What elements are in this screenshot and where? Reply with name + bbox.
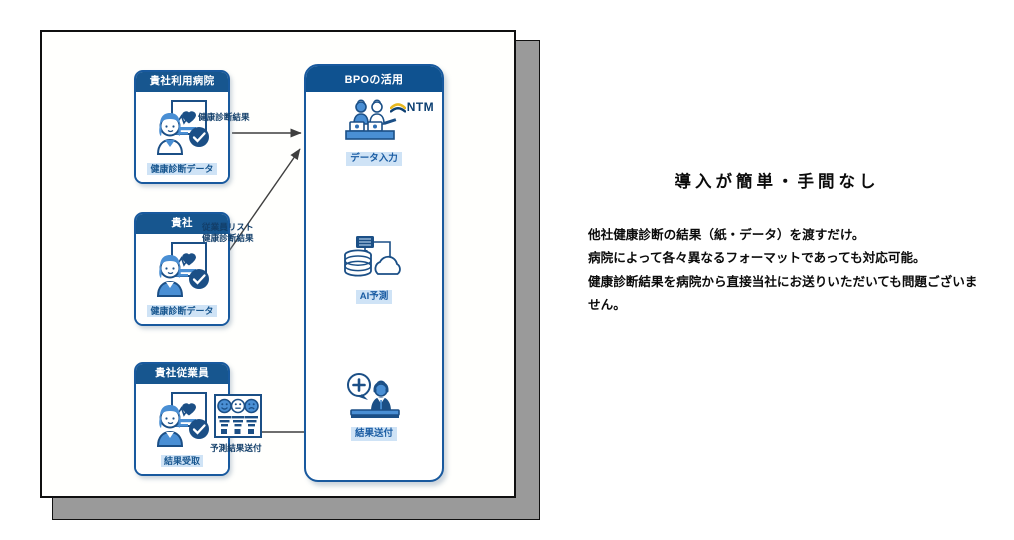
database-cloud-ai-icon — [306, 234, 442, 286]
connector-label-employee-list: 従業員リスト 健康診断結果 — [202, 222, 254, 243]
doctor-health-record-icon — [136, 97, 228, 159]
connector-label-health-result: 健康診断結果 — [198, 112, 250, 122]
right-text-column: 導入が簡単・手間なし 他社健康診断の結果（紙・データ）を渡すだけ。 病院によって… — [588, 168, 988, 317]
right-paragraph-3: 健康診断結果を病院から直接当社にお送りいただいても問題ございません。 — [588, 274, 978, 312]
right-heading: 導入が簡単・手間なし — [674, 173, 880, 191]
arrow-company-to-bpo — [219, 148, 301, 265]
bpo-step-ai-prediction: AI予測 — [306, 234, 442, 304]
data-entry-operators-icon — [306, 96, 442, 148]
support-agent-result-icon — [306, 371, 442, 423]
card-company-body: 健康診断データ — [136, 233, 228, 324]
bpo-step-ai-prediction-caption: AI予測 — [355, 290, 393, 304]
bpo-step-send-result: 結果送付 — [306, 371, 442, 441]
card-hospital-header: 貴社利用病院 — [136, 72, 228, 92]
right-paragraph-2: 病院によって各々異なるフォーマットであっても対応可能。 — [588, 251, 926, 266]
slide-page: 貴社利用病院 健康診断データ 貴社 健康診断データ 貴社従業員 結果受取 健康診… — [40, 30, 516, 498]
employee-health-record-icon — [136, 239, 228, 301]
bpo-panel-header: BPOの活用 — [306, 66, 442, 92]
card-hospital-body: 健康診断データ — [136, 91, 228, 182]
card-employee-caption: 結果受取 — [160, 454, 203, 468]
card-hospital-caption: 健康診断データ — [147, 162, 217, 176]
connector-arrows — [219, 128, 379, 437]
connector-label-prediction-send: 予測結果送付 — [210, 443, 262, 453]
survey-faces-chart-icon — [214, 394, 262, 438]
card-employee-header: 貴社従業員 — [136, 364, 228, 384]
connector-label-employee-list-line1: 従業員リスト — [202, 222, 254, 232]
slide-stack: 貴社利用病院 健康診断データ 貴社 健康診断データ 貴社従業員 結果受取 健康診… — [40, 30, 540, 520]
right-paragraph-1: 他社健康診断の結果（紙・データ）を渡すだけ。 — [588, 228, 865, 242]
card-company-caption: 健康診断データ — [147, 304, 217, 318]
bpo-step-data-entry-caption: データ入力 — [346, 152, 402, 166]
process-diagram: 貴社利用病院 健康診断データ 貴社 健康診断データ 貴社従業員 結果受取 健康診… — [42, 32, 518, 500]
right-body-text: 他社健康診断の結果（紙・データ）を渡すだけ。 病院によって各々異なるフォーマット… — [588, 224, 988, 317]
connector-label-employee-list-line2: 健康診断結果 — [202, 232, 254, 243]
card-hospital[interactable]: 貴社利用病院 健康診断データ — [134, 70, 230, 184]
bpo-step-send-result-caption: 結果送付 — [350, 427, 397, 441]
bpo-panel[interactable]: BPOの活用 NTM データ入力 AI予測 結果送付 — [304, 64, 444, 482]
bpo-step-data-entry: データ入力 — [306, 96, 442, 166]
